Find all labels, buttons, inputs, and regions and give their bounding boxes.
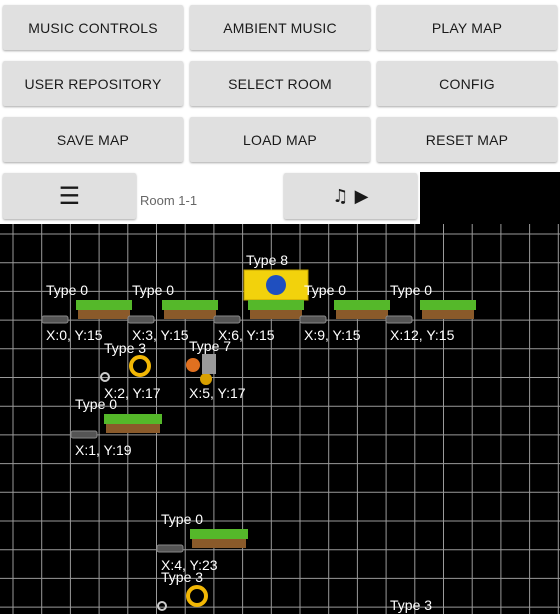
platform-base-icon xyxy=(41,315,69,324)
map-editor-grid[interactable]: Type 0 X:0, Y:15 Type 0 X:3, Y:15 Type 8… xyxy=(0,224,560,614)
user-repository-button[interactable]: USER REPOSITORY xyxy=(3,61,183,106)
object-coord-label: X:9, Y:15 xyxy=(304,327,361,343)
sonic-sprite-icon xyxy=(266,275,286,295)
toolbar-blank-area xyxy=(420,172,560,224)
platform-base-icon xyxy=(70,430,98,439)
platform-grass-icon xyxy=(420,300,476,310)
object-coord-label: X:1, Y:19 xyxy=(75,442,132,458)
object-type-label: Type 3 xyxy=(104,340,146,356)
object-type-label: Type 0 xyxy=(161,511,203,527)
platform-dirt-icon xyxy=(422,310,474,319)
platform-dirt-icon xyxy=(192,539,246,548)
object-coord-label: X:5, Y:17 xyxy=(189,385,246,401)
save-map-button[interactable]: SAVE MAP xyxy=(3,117,183,162)
platform-base-icon xyxy=(213,315,241,324)
object-coord-label: X:12, Y:15 xyxy=(390,327,455,343)
object-type-label: Type 0 xyxy=(304,282,346,298)
platform-dirt-icon xyxy=(106,424,160,433)
play-map-button[interactable]: PLAY MAP xyxy=(377,5,557,50)
object-type-label: Type 3 xyxy=(161,569,203,585)
object-coord-label: X:0, Y:15 xyxy=(46,327,103,343)
enemy-wing-icon xyxy=(202,354,216,374)
platform-grass-icon xyxy=(76,300,132,310)
room-label: Room 1-1 xyxy=(140,193,198,208)
config-button[interactable]: CONFIG xyxy=(377,61,557,106)
platform-dirt-icon xyxy=(336,310,388,319)
enemy-tail-icon xyxy=(200,373,212,385)
map-object-label[interactable]: Type 3 xyxy=(390,597,432,613)
platform-base-icon xyxy=(127,315,155,324)
platform-grass-icon xyxy=(248,300,304,310)
platform-dirt-icon xyxy=(164,310,216,319)
object-type-label: Type 0 xyxy=(390,282,432,298)
platform-grass-icon xyxy=(104,414,162,424)
platform-base-icon xyxy=(299,315,327,324)
platform-dirt-icon xyxy=(78,310,130,319)
object-type-label: Type 3 xyxy=(390,597,432,613)
platform-grass-icon xyxy=(190,529,248,539)
platform-grass-icon xyxy=(162,300,218,310)
ambient-music-button[interactable]: AMBIENT MUSIC xyxy=(190,5,370,50)
object-type-label: Type 0 xyxy=(75,396,117,412)
object-type-label: Type 8 xyxy=(246,252,288,268)
reset-map-button[interactable]: RESET MAP xyxy=(377,117,557,162)
platform-base-icon xyxy=(156,544,184,553)
object-type-label: Type 0 xyxy=(46,282,88,298)
load-map-button[interactable]: LOAD MAP xyxy=(190,117,370,162)
object-type-label: Type 0 xyxy=(132,282,174,298)
select-room-button[interactable]: SELECT ROOM xyxy=(190,61,370,106)
object-type-label: Type 7 xyxy=(189,338,231,354)
hamburger-menu-icon[interactable]: ☰ xyxy=(3,173,136,219)
enemy-body-icon xyxy=(186,358,200,372)
platform-base-icon xyxy=(385,315,413,324)
platform-grass-icon xyxy=(334,300,390,310)
music-controls-button[interactable]: MUSIC CONTROLS xyxy=(3,5,183,50)
platform-dirt-icon xyxy=(250,310,302,319)
music-play-button[interactable]: ♫ ▶ xyxy=(284,173,417,219)
